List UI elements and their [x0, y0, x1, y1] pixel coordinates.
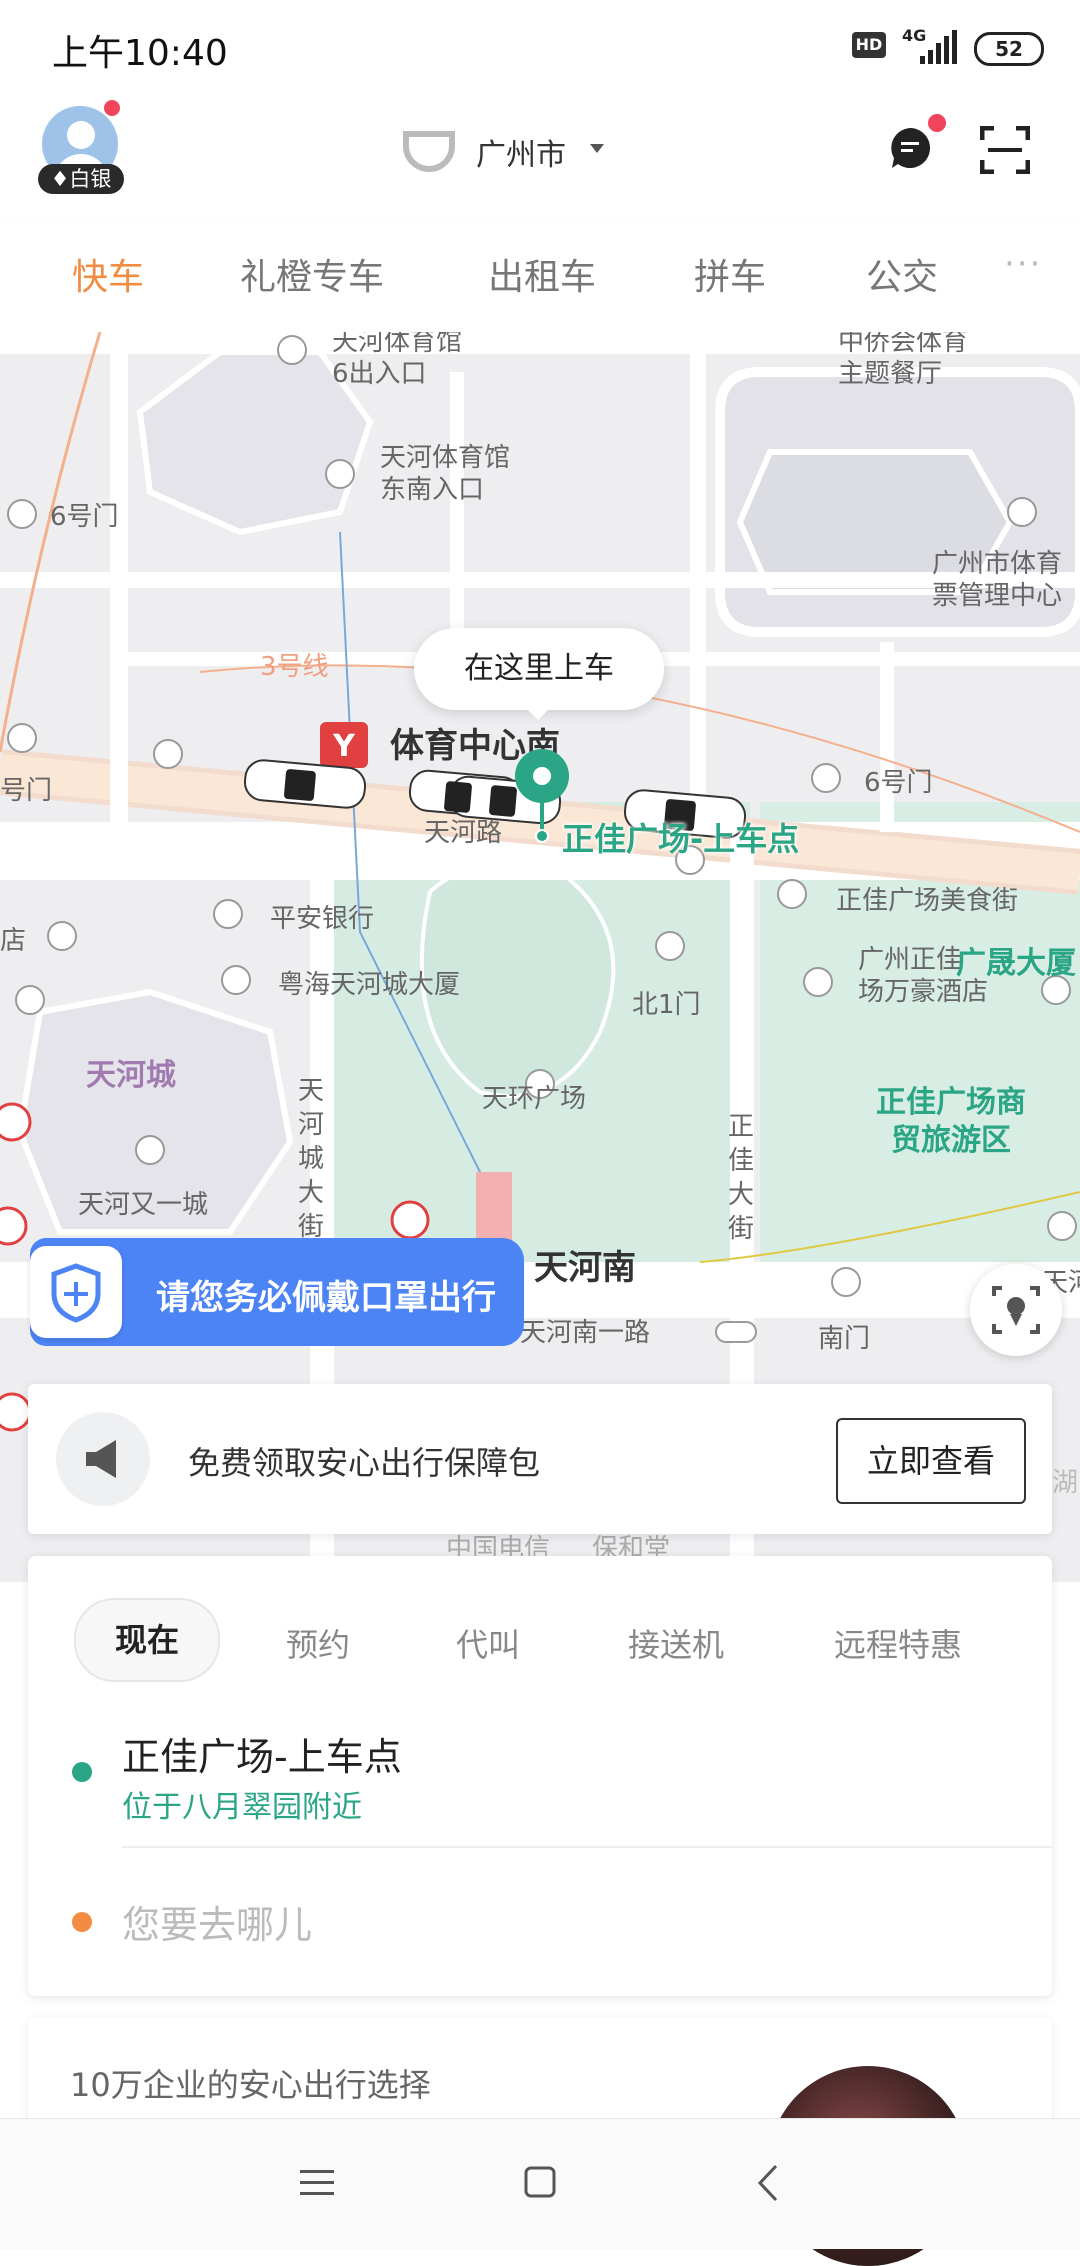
origin-field[interactable]: 正佳广场-上车点: [122, 1726, 402, 1781]
map-label: 店: [0, 926, 27, 956]
enterprise-text: 10万企业的安心出行选择: [70, 2066, 431, 2104]
locate-icon: [992, 1286, 1040, 1334]
message-badge-dot: [928, 114, 946, 132]
battery-icon: 52: [974, 32, 1044, 66]
didi-logo-icon: [403, 131, 455, 172]
map-label: 天河体育馆 6出入口: [332, 332, 463, 389]
chevron-down-icon[interactable]: [590, 144, 604, 153]
message-icon[interactable]: [888, 126, 932, 170]
map-label: 天河体育馆 东南入口: [380, 443, 511, 505]
road-label: 天 河 城 大 街: [298, 1076, 325, 1242]
divider: [122, 1846, 1052, 1848]
map-label: 湖: [1052, 1468, 1079, 1498]
city-selector[interactable]: 广州市: [476, 130, 566, 174]
map-label: 天环广场: [482, 1084, 587, 1114]
back-icon[interactable]: [756, 2164, 780, 2202]
map-label: 6号门: [50, 502, 119, 532]
map-label: 正佳广场美食街: [836, 886, 1019, 916]
tab-call-for-others[interactable]: 代叫: [456, 1620, 520, 1666]
pickup-bubble[interactable]: 在这里上车: [414, 628, 664, 710]
service-tabs: 快车 礼橙专车 出租车 拼车 公交 ···: [0, 220, 1080, 332]
map-label: 号门: [0, 776, 53, 806]
signal-icon: [920, 30, 957, 64]
top-header: ♦白银 广州市: [0, 90, 1080, 220]
home-icon[interactable]: [524, 2166, 556, 2198]
origin-dot-icon: [72, 1762, 92, 1782]
more-tabs-button[interactable]: ···: [1004, 244, 1042, 284]
origin-hint: 位于八月翠园附近: [122, 1790, 362, 1825]
map-label: 广州市体育 票管理中心: [932, 549, 1063, 611]
tab-airport-transfer[interactable]: 接送机: [628, 1620, 724, 1666]
map-label: 粤海天河城大厦: [278, 970, 461, 1000]
tab-now[interactable]: 现在: [74, 1598, 220, 1682]
svg-text:Y: Y: [332, 729, 356, 764]
tab-taxi[interactable]: 出租车: [488, 248, 596, 300]
destination-input[interactable]: 您要去哪儿: [122, 1894, 312, 1949]
road-label: 天河南一路: [520, 1318, 651, 1348]
notification-dot: [104, 100, 120, 116]
menu-icon[interactable]: [300, 2168, 334, 2198]
status-time: 上午10:40: [52, 33, 228, 74]
map-label: 广晟大厦: [956, 946, 1076, 981]
map-label: 中侨会体育 主题餐厅: [838, 332, 969, 389]
metro-station-label: 天河南: [534, 1248, 636, 1288]
tab-bus[interactable]: 公交: [866, 248, 938, 300]
locate-me-button[interactable]: [970, 1264, 1062, 1356]
map-label: 南门: [818, 1324, 871, 1354]
map-label: 3号线: [260, 652, 329, 682]
promo-text: 免费领取安心出行保障包: [188, 1444, 541, 1482]
map-label: 正佳广场商 贸旅游区: [876, 1085, 1026, 1158]
view-now-button[interactable]: 立即查看: [836, 1418, 1026, 1504]
destination-dot-icon: [72, 1912, 92, 1932]
map-label: 天河又一城: [78, 1190, 209, 1220]
pickup-bubble-pointer: [526, 708, 550, 720]
tab-remote-discount[interactable]: 远程特惠: [834, 1620, 962, 1666]
road-label: 天河路: [424, 818, 503, 848]
tab-express[interactable]: 快车: [72, 248, 144, 300]
map-label: 平安银行: [270, 904, 375, 934]
scan-icon[interactable]: [980, 126, 1030, 174]
road-label: 正 佳 大 街: [728, 1112, 755, 1244]
hd-badge: HD: [852, 32, 886, 58]
map-label: 天河城: [86, 1058, 176, 1093]
shield-icon: [30, 1246, 122, 1338]
megaphone-icon: [56, 1412, 150, 1506]
member-level-badge[interactable]: ♦白银: [38, 164, 124, 194]
tab-carpool[interactable]: 拼车: [694, 248, 766, 300]
map-label: 6号门: [864, 768, 933, 798]
tab-reserve[interactable]: 预约: [286, 1620, 350, 1666]
mask-reminder-text: 请您务必佩戴口罩出行: [156, 1278, 496, 1318]
map-label: 北1门: [632, 990, 701, 1020]
pickup-point-label: 正佳广场-上车点: [562, 820, 800, 858]
tab-premier[interactable]: 礼橙专车: [240, 248, 384, 300]
